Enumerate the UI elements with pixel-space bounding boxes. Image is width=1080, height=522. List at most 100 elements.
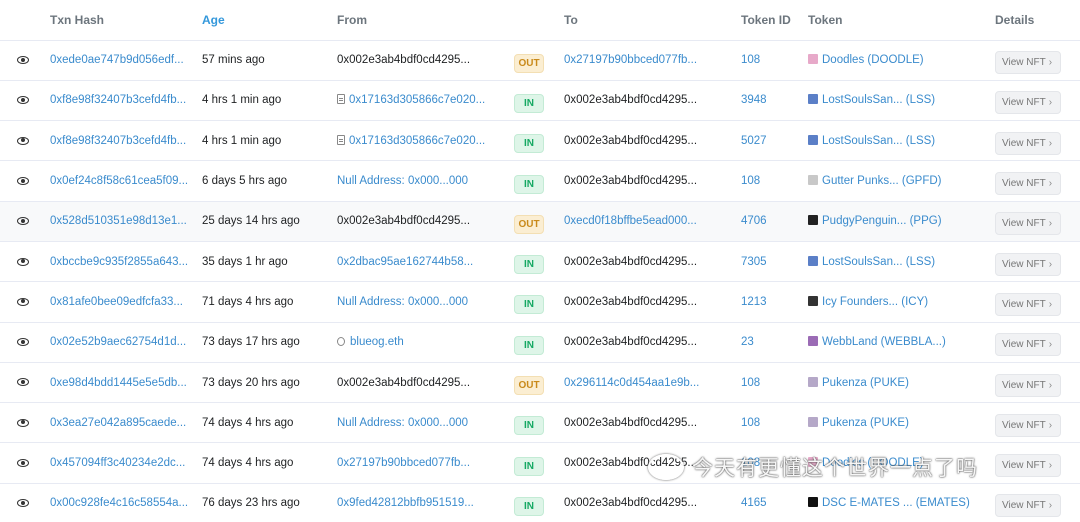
view-nft-button[interactable]: View NFT › [995,454,1061,478]
view-nft-button[interactable]: View NFT › [995,91,1061,115]
token-link[interactable]: LostSoulsSan... (LSS) [822,94,935,106]
token-id-link[interactable]: 1213 [741,296,767,308]
from-address[interactable]: Null Address: 0x000...000 [337,417,468,429]
to-header: To [564,0,741,41]
token-id-link[interactable]: 108 [741,175,760,187]
txn-hash-link[interactable]: 0xe98d4bdd1445e5e5db... [50,377,187,389]
eye-cell[interactable] [0,322,50,363]
to-address[interactable]: 0x27197b90bbced077fb... [564,54,697,66]
token-logo-icon [808,376,818,387]
token-link[interactable]: WebbLand (WEBBLA...) [822,336,946,348]
token-id-link[interactable]: 108 [741,54,760,66]
token-id-link[interactable]: 5027 [741,135,767,147]
token-id-link[interactable]: 7305 [741,256,767,268]
token-link[interactable]: Pukenza (PUKE) [822,377,909,389]
txn-hash-link[interactable]: 0x3ea27e042a895caede... [50,417,186,429]
age-text: 25 days 14 hrs ago [202,215,300,228]
txn-hash-link[interactable]: 0xf8e98f32407b3cefd4fb... [50,94,186,106]
from-address[interactable]: 0x27197b90bbced077fb... [337,457,470,469]
txn-hash-link[interactable]: 0x00c928fe4c16c58554a... [50,497,188,509]
chevron-right-icon: › [1048,57,1053,69]
view-nft-button[interactable]: View NFT › [995,494,1061,518]
view-nft-label: View NFT [1002,419,1046,431]
txn-hash-link[interactable]: 0xede0ae747b9d056edf... [50,54,184,66]
token-id-link[interactable]: 108 [741,417,760,429]
from-address[interactable]: 0x17163d305866c7e020... [349,135,485,147]
token-link[interactable]: LostSoulsSan... (LSS) [822,256,935,268]
eye-icon[interactable] [17,338,29,347]
age-header[interactable]: Age [202,0,337,41]
table-row: 0xede0ae747b9d056edf... 57 mins ago 0x002e… [0,40,1080,81]
txn-hash-link[interactable]: 0xbccbe9c935f2855a643... [50,256,188,268]
token-link[interactable]: Icy Founders... (ICY) [822,296,928,308]
eye-icon[interactable] [17,378,29,387]
token-id-link[interactable]: 4706 [741,215,767,227]
token-id-link[interactable]: 108 [741,377,760,389]
to-address[interactable]: 0x296114c0d454aa1e9b... [564,377,699,389]
age-text: 71 days 4 hrs ago [202,295,294,308]
token-id-link[interactable]: 3948 [741,94,767,106]
chevron-right-icon: › [1048,379,1053,391]
token-logo-icon [808,134,818,145]
age-text: 6 days 5 hrs ago [202,175,288,188]
eye-icon[interactable] [17,418,29,427]
eye-icon[interactable] [17,177,29,185]
direction-badge: IN [514,335,544,355]
eye-cell[interactable] [0,402,50,444]
token-link[interactable]: Doodles (DOODLE) [822,54,924,66]
from-address[interactable]: 0x17163d305866c7e020... [349,94,485,106]
txn-hash-link[interactable]: 0x81afe0bee09edfcfa33... [50,296,183,308]
token-link[interactable]: DSC E-MATES ... (EMATES) [822,497,970,509]
token-link[interactable]: Pukenza (PUKE) [822,417,909,429]
from-address[interactable]: Null Address: 0x000...000 [337,296,468,308]
from-address[interactable]: 0x2dbac95ae162744b58... [337,256,473,268]
eye-cell[interactable] [0,80,50,122]
eye-cell[interactable] [0,281,50,323]
view-nft-button[interactable]: View NFT › [995,212,1061,236]
eye-icon[interactable] [17,56,29,65]
view-nft-button[interactable]: View NFT › [995,292,1061,316]
token-logo-icon [808,94,818,105]
eye-icon[interactable] [17,499,29,508]
eye-icon[interactable] [17,96,29,105]
view-nft-button[interactable]: View NFT › [995,413,1061,437]
eye-cell[interactable] [0,362,50,404]
eye-icon[interactable] [17,136,29,145]
view-nft-button[interactable]: View NFT › [995,131,1061,155]
table-row: 0xbccbe9c935f2855a643... 35 days 1 hr ago… [0,241,1080,283]
eye-cell[interactable] [0,40,50,81]
eye-icon[interactable] [17,217,29,226]
from-address[interactable]: Null Address: 0x000...000 [337,175,468,187]
from-address[interactable]: blueog.eth [350,336,404,348]
view-nft-button[interactable]: View NFT › [995,373,1061,397]
view-nft-button[interactable]: View NFT › [995,333,1061,357]
token-link[interactable]: Gutter Punks... (GPFD) [822,175,942,187]
eye-icon[interactable] [17,257,29,266]
eye-icon[interactable] [17,459,29,468]
view-nft-button[interactable]: View NFT › [995,51,1061,75]
from-address[interactable]: 0x9fed42812bbfb951519... [337,497,474,509]
eye-cell[interactable] [0,120,50,162]
token-link[interactable]: PudgyPenguin... (PPG) [822,215,942,227]
txn-hash-link[interactable]: 0x02e52b9aec62754d1d... [50,336,186,348]
eye-cell[interactable] [0,241,50,283]
token-logo-icon [808,54,818,65]
txn-hash-link[interactable]: 0x0ef24c8f58c61cea5f09... [50,175,188,187]
txn-hash-link[interactable]: 0x528d510351e98d13e1... [50,215,187,227]
view-nft-button[interactable]: View NFT › [995,172,1061,196]
token-id-link[interactable]: 4165 [741,497,767,509]
direction-header [514,0,564,41]
token-link[interactable]: LostSoulsSan... (LSS) [822,135,935,147]
eye-cell[interactable] [0,483,50,522]
txn-hash-link[interactable]: 0x457094ff3c40234e2dc... [50,457,185,469]
to-address: 0x002e3ab4bdf0cd4295... [564,336,698,349]
txn-hash-link[interactable]: 0xf8e98f32407b3cefd4fb... [50,135,186,147]
table-row: 0x0ef24c8f58c61cea5f09... 6 days 5 hrs ag… [0,160,1080,202]
eye-cell[interactable] [0,201,50,242]
eye-cell[interactable] [0,442,50,484]
token-id-link[interactable]: 23 [741,336,754,348]
eye-cell[interactable] [0,160,50,202]
eye-icon[interactable] [17,297,29,306]
view-nft-button[interactable]: View NFT › [995,252,1061,276]
to-address[interactable]: 0xecd0f18bffbe5ead000... [564,215,697,227]
